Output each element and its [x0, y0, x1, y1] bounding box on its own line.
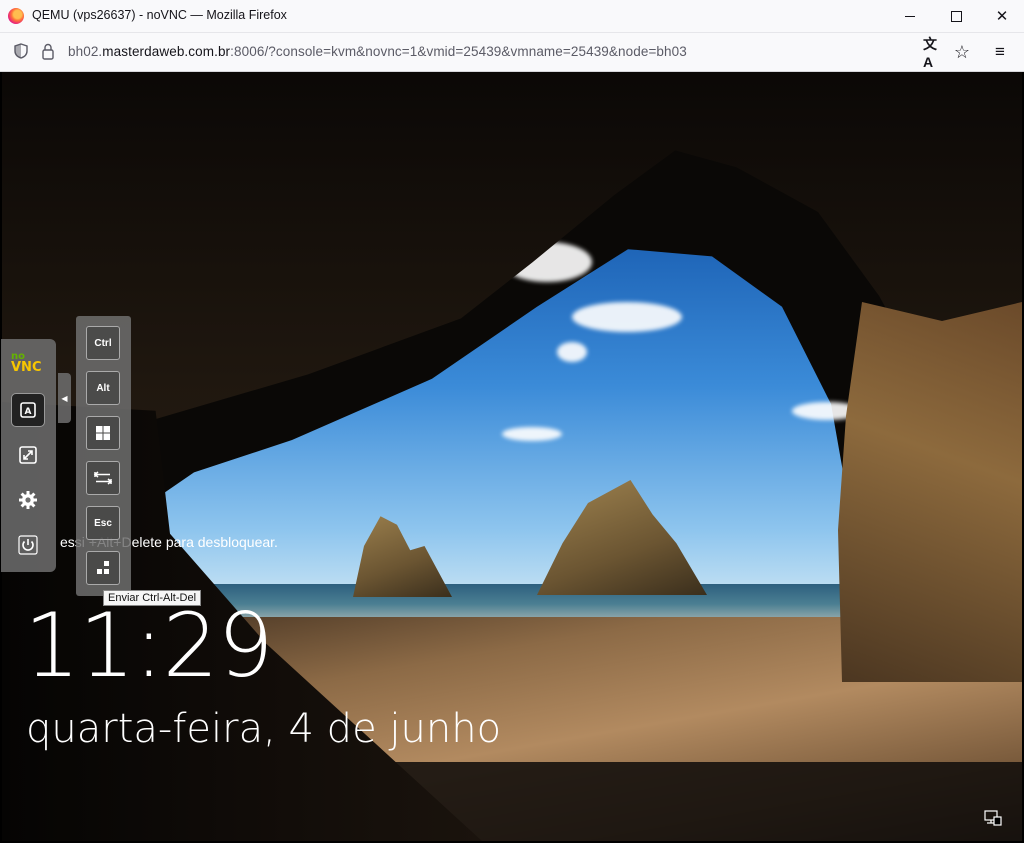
fullscreen-button[interactable] [11, 438, 45, 472]
vnc-viewport[interactable]: essi +Alt+Delete para desbloquear. 11:29… [2, 72, 1022, 841]
firefox-logo-icon [8, 8, 24, 24]
lock-icon[interactable] [41, 43, 55, 60]
windows-key-button[interactable] [86, 416, 120, 450]
window-title: QEMU (vps26637) - noVNC — Mozilla Firefo… [32, 8, 287, 22]
network-icon[interactable] [984, 809, 1002, 827]
shield-icon[interactable] [14, 43, 28, 59]
wallpaper-cloud [572, 302, 682, 332]
wallpaper-cloud [557, 342, 587, 362]
novnc-control-bar: no VNC A [1, 339, 56, 572]
lockscreen-clock: 11:29 [24, 594, 274, 697]
navigation-bar: bh02.masterdaweb.com.br:8006/?console=kv… [0, 33, 1024, 72]
settings-button[interactable] [11, 483, 45, 517]
collapse-arrow-icon: ◀ [61, 393, 68, 403]
ctrl-alt-del-icon [97, 561, 109, 574]
lockscreen-date: quarta-feira, 4 de junho [26, 706, 502, 752]
extra-keys-button[interactable]: A [11, 393, 45, 427]
ctrl-key-button[interactable]: Ctrl [86, 326, 120, 360]
extra-keys-panel: Ctrl Alt Esc [76, 316, 131, 596]
alt-key-button[interactable]: Alt [86, 371, 120, 405]
esc-key-button[interactable]: Esc [86, 506, 120, 540]
extra-keys-icon: A [20, 402, 36, 418]
novnc-logo: no VNC [11, 351, 42, 375]
url-path: :8006/?console=kvm&novnc=1&vmid=25439&vm… [230, 44, 687, 59]
address-bar[interactable]: bh02.masterdaweb.com.br:8006/?console=kv… [68, 44, 687, 59]
tab-icon [93, 471, 113, 485]
windows-logo-icon [96, 426, 110, 440]
window-titlebar: QEMU (vps26637) - noVNC — Mozilla Firefo… [0, 0, 1024, 33]
maximize-button[interactable] [933, 0, 979, 32]
power-icon [18, 535, 38, 555]
power-button[interactable] [11, 528, 45, 562]
close-button[interactable]: ✕ [979, 0, 1024, 32]
bookmark-star-icon[interactable]: ☆ [952, 42, 972, 62]
wallpaper-cave-right [838, 302, 1022, 682]
menu-icon[interactable]: ≡ [990, 42, 1010, 62]
ctrl-alt-del-tooltip: Enviar Ctrl-Alt-Del [103, 590, 202, 606]
translate-icon[interactable]: 文A [923, 36, 943, 70]
url-host: masterdaweb.com.br [102, 44, 231, 59]
settings-icon [19, 491, 37, 509]
tab-key-button[interactable] [86, 461, 120, 495]
url-prefix: bh02. [68, 44, 103, 59]
svg-text:A: A [25, 407, 32, 417]
ctrl-alt-del-button[interactable] [86, 551, 120, 585]
wallpaper-cloud [502, 427, 562, 441]
minimize-button[interactable] [887, 0, 933, 32]
fullscreen-icon [19, 446, 37, 464]
control-bar-handle[interactable]: ◀ [58, 373, 71, 423]
